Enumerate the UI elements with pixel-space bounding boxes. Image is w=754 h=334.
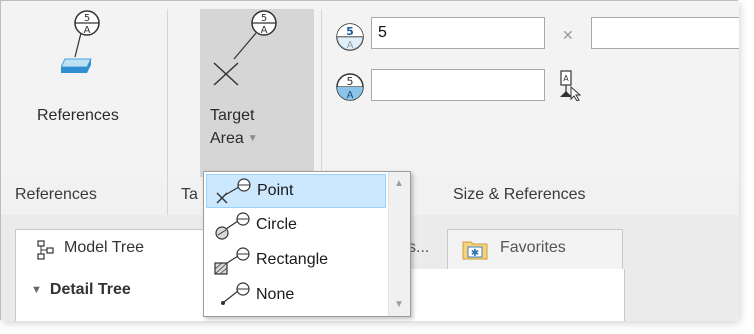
- model-tree-icon: [37, 240, 54, 260]
- dropdown-item-rectangle[interactable]: Rectangle: [206, 244, 386, 278]
- none-target-icon: [221, 282, 250, 305]
- tab-favorites[interactable]: ✱ Favorites: [447, 229, 623, 269]
- second-dimension-input[interactable]: [591, 17, 739, 49]
- svg-text:A: A: [347, 90, 354, 101]
- group-label-target: Ta: [181, 186, 198, 203]
- dropdown-item-label: Point: [257, 182, 294, 199]
- datum-size-icon: 5 A: [336, 23, 364, 51]
- dropdown-scrollbar[interactable]: ▲ ▼: [388, 172, 410, 316]
- rectangle-target-icon: [214, 247, 250, 275]
- dropdown-item-label: None: [256, 286, 295, 303]
- group-separator: [167, 177, 168, 215]
- size-input[interactable]: [371, 17, 545, 49]
- group-label-size-references: Size & References: [453, 186, 586, 203]
- dropdown-item-label: Circle: [256, 216, 297, 233]
- circle-target-icon: [215, 212, 250, 240]
- target-area-label-line1: Target: [210, 107, 255, 124]
- datum-target-references-icon: 5 A: [61, 10, 100, 73]
- datum-reference-icon: 5 A: [336, 73, 364, 101]
- svg-text:✱: ✱: [471, 248, 479, 259]
- references-button[interactable]: 5 A References: [25, 9, 151, 177]
- svg-text:A: A: [84, 25, 91, 36]
- favorites-folder-icon: ✱: [462, 241, 488, 260]
- svg-text:A: A: [261, 25, 268, 36]
- dropdown-item-circle[interactable]: Circle: [206, 209, 386, 243]
- ribbon-separator: [167, 9, 168, 177]
- references-button-label: References: [37, 107, 119, 124]
- target-area-button[interactable]: 5 A Target Area ▼: [200, 9, 314, 177]
- dropdown-item-point[interactable]: Point: [206, 174, 386, 208]
- scroll-up-icon[interactable]: ▲: [394, 178, 404, 189]
- detail-tree-label: Detail Tree: [49, 281, 131, 298]
- detail-tree-header[interactable]: ▼ Detail Tree: [31, 281, 131, 299]
- target-area-label-line2: Area: [210, 130, 244, 147]
- select-reference-icon[interactable]: A: [557, 69, 581, 101]
- reference-input[interactable]: [371, 69, 545, 101]
- tab-layers-label: s...: [408, 239, 430, 256]
- application-window: 5 A References 5 A Target Area ▼ 5 5 ✕ 5…: [0, 0, 739, 321]
- tab-model-tree-label: Model Tree: [64, 239, 145, 256]
- multiply-icon: ✕: [562, 27, 574, 43]
- dropdown-item-label: Rectangle: [256, 251, 329, 268]
- scroll-down-icon[interactable]: ▼: [394, 299, 404, 310]
- chevron-down-icon: ▼: [247, 133, 258, 144]
- svg-text:A: A: [563, 74, 569, 83]
- ribbon-separator: [321, 9, 322, 177]
- tab-favorites-label: Favorites: [500, 239, 566, 256]
- svg-text:5: 5: [261, 13, 267, 24]
- collapse-triangle-icon[interactable]: ▼: [31, 284, 42, 296]
- target-area-dropdown: Point Circle Rectangle None ▲ ▼: [203, 171, 411, 317]
- dropdown-item-none[interactable]: None: [206, 279, 386, 313]
- group-label-references: References: [15, 186, 97, 203]
- target-area-point-icon: 5 A: [213, 10, 277, 86]
- ribbon: 5 A References 5 A Target Area ▼ 5 5 ✕ 5…: [1, 1, 739, 178]
- svg-text:5: 5: [347, 75, 354, 88]
- point-target-icon: [216, 178, 251, 204]
- svg-text:5: 5: [84, 13, 90, 24]
- svg-text:5: 5: [346, 25, 354, 38]
